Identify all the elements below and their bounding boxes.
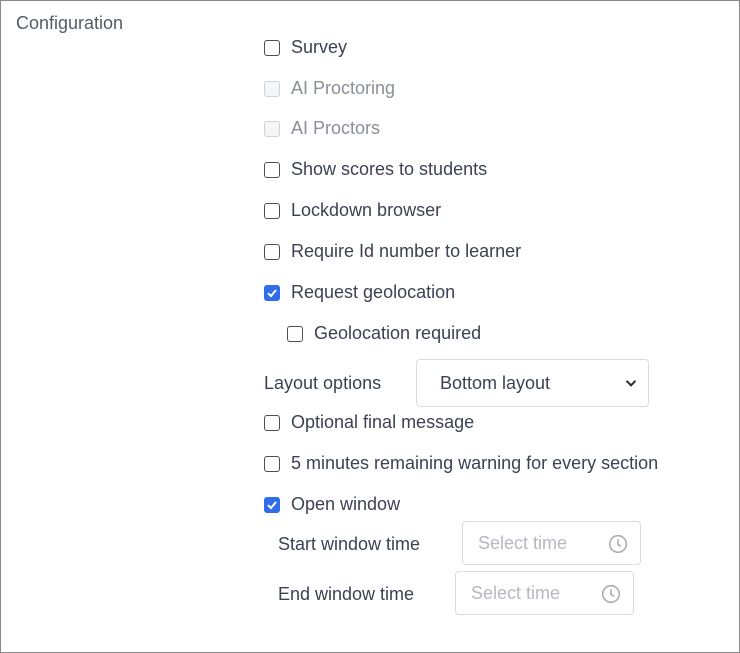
option-require-id[interactable]: Require Id number to learner xyxy=(264,241,521,262)
require-id-label: Require Id number to learner xyxy=(291,241,522,261)
ai-proctoring-checkbox xyxy=(264,80,280,97)
ai-proctoring-label: AI Proctoring xyxy=(291,78,396,98)
survey-label: Survey xyxy=(291,37,348,57)
ai-proctors-checkbox xyxy=(264,120,280,137)
option-optional-final-message[interactable]: Optional final message xyxy=(264,412,474,433)
survey-checkbox[interactable] xyxy=(264,39,280,56)
section-title: Configuration xyxy=(16,13,124,33)
option-request-geolocation[interactable]: Request geolocation xyxy=(264,282,455,303)
geolocation-required-label: Geolocation required xyxy=(314,323,482,343)
request-geolocation-label: Request geolocation xyxy=(291,282,456,302)
show-scores-label: Show scores to students xyxy=(291,159,488,179)
layout-options-select[interactable]: Bottom layout xyxy=(416,359,649,407)
option-ai-proctoring: AI Proctoring xyxy=(264,78,395,99)
end-window-time-input[interactable]: Select time xyxy=(455,571,634,615)
lockdown-browser-checkbox[interactable] xyxy=(264,202,280,219)
require-id-checkbox[interactable] xyxy=(264,243,280,260)
lockdown-browser-label: Lockdown browser xyxy=(291,200,442,220)
clock-icon xyxy=(608,534,628,554)
five-min-warning-checkbox[interactable] xyxy=(264,455,280,472)
open-window-label: Open window xyxy=(291,494,401,514)
option-lockdown-browser[interactable]: Lockdown browser xyxy=(264,200,441,221)
geolocation-required-checkbox[interactable] xyxy=(287,325,303,342)
option-five-min-warning[interactable]: 5 minutes remaining warning for every se… xyxy=(264,453,658,474)
start-window-time-label: Start window time xyxy=(278,534,421,554)
option-open-window[interactable]: Open window xyxy=(264,494,400,515)
layout-options-value: Bottom layout xyxy=(440,372,551,393)
check-icon xyxy=(267,288,277,297)
clock-icon xyxy=(601,584,621,604)
option-show-scores[interactable]: Show scores to students xyxy=(264,159,487,180)
five-min-warning-label: 5 minutes remaining warning for every se… xyxy=(291,453,659,473)
request-geolocation-checkbox[interactable] xyxy=(264,284,280,301)
start-window-time-placeholder: Select time xyxy=(478,532,568,553)
ai-proctors-label: AI Proctors xyxy=(291,118,381,138)
optional-final-message-checkbox[interactable] xyxy=(264,414,280,431)
check-icon xyxy=(267,500,277,509)
end-window-time-placeholder: Select time xyxy=(471,582,561,603)
option-geolocation-required[interactable]: Geolocation required xyxy=(287,323,481,344)
show-scores-checkbox[interactable] xyxy=(264,161,280,178)
optional-final-message-label: Optional final message xyxy=(291,412,475,432)
option-survey[interactable]: Survey xyxy=(264,37,347,58)
start-window-time-input[interactable]: Select time xyxy=(462,521,641,565)
open-window-checkbox[interactable] xyxy=(264,496,280,513)
chevron-down-icon xyxy=(625,380,637,387)
end-window-time-label: End window time xyxy=(278,584,415,604)
configuration-panel: Configuration Survey AI Proctoring AI Pr… xyxy=(0,0,740,653)
layout-options-label: Layout options xyxy=(264,373,382,393)
option-ai-proctors: AI Proctors xyxy=(264,118,380,139)
